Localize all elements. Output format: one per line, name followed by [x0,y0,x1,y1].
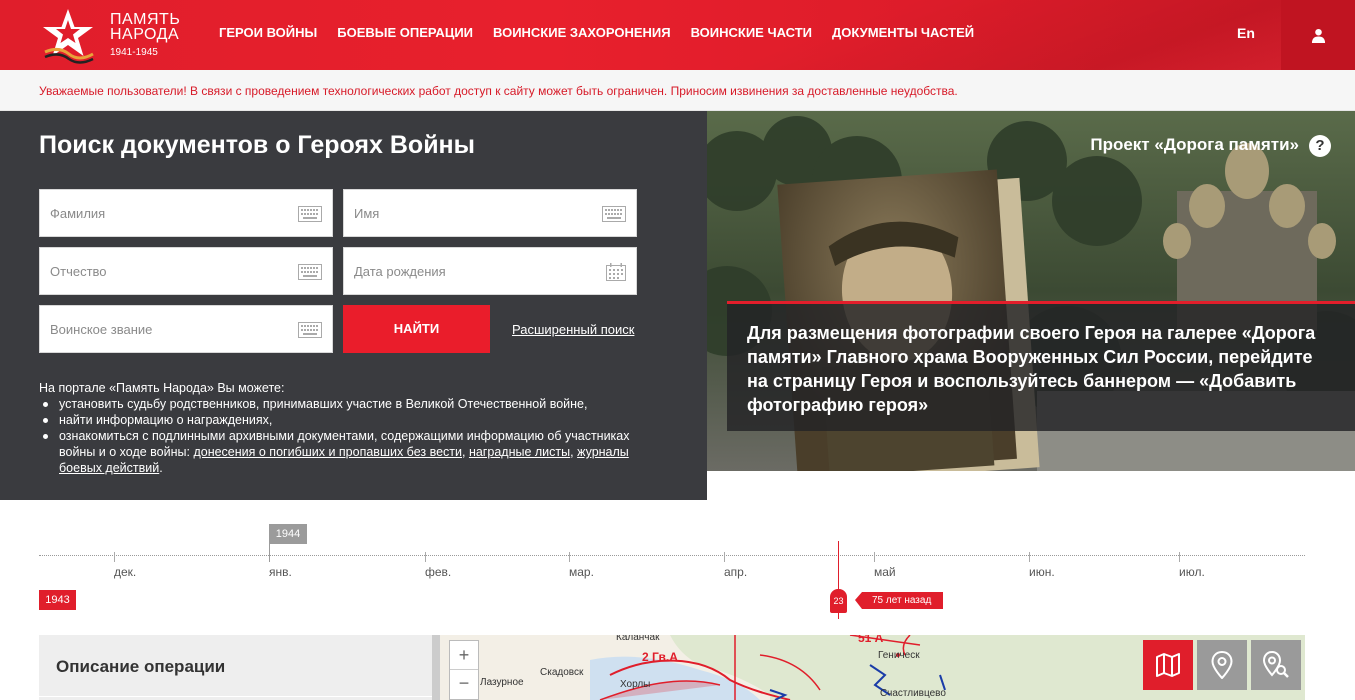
timeline-month[interactable]: фев. [425,565,451,579]
timeline-tick [1179,552,1180,562]
calendar-icon[interactable] [606,263,626,281]
timeline-month[interactable]: мар. [569,565,594,579]
info-intro: На портале «Память Народа» Вы можете: [39,381,285,395]
keyboard-icon[interactable] [298,322,322,338]
timeline-tick [1029,552,1030,562]
help-icon[interactable]: ? [1309,135,1331,157]
keyboard-icon[interactable] [298,264,322,280]
logo-title-line2: НАРОДА [110,26,180,43]
keyboard-icon[interactable] [298,206,322,222]
timeline-tick [569,552,570,562]
name-field[interactable] [343,189,637,237]
promo-title: Проект «Дорога памяти» [1090,135,1299,154]
advanced-search-link[interactable]: Расширенный поиск [512,322,634,337]
portal-info: На портале «Память Народа» Вы можете: ус… [39,380,659,476]
site-logo[interactable]: ПАМЯТЬ НАРОДА 1941-1945 [39,6,199,64]
timeline-start-year: 1943 [39,590,76,610]
search-title: Поиск документов о Героях Войны [39,131,476,159]
maintenance-alert: Уважаемые пользователи! В связи с провед… [0,70,1355,111]
info-list: установить судьбу родственников, принима… [39,396,659,476]
separator: . [159,461,163,475]
timeline-tick [724,552,725,562]
timeline-month[interactable]: май [874,565,896,579]
map-label: Лазурное [480,677,524,688]
timeline-axis [39,555,1305,556]
timeline-marker-day[interactable]: 23 [830,589,847,613]
location-search-button[interactable] [1251,640,1301,690]
star-logo-icon [43,9,94,64]
map-label: Геническ [878,650,920,661]
rank-input[interactable] [40,306,332,352]
zoom-in-button[interactable]: + [450,641,478,669]
divider [39,696,440,697]
map-icon [1156,653,1180,677]
nav-heroes[interactable]: ГЕРОИ ВОЙНЫ [219,25,317,40]
rank-field[interactable] [39,305,333,353]
list-item: найти информацию о награждениях, [43,412,659,428]
zoom-control: + − [449,640,479,700]
timeline-month[interactable]: июн. [1029,565,1055,579]
location-search-icon [1262,651,1289,678]
list-item: ознакомиться с подлинными архивными доку… [43,428,659,476]
map-unit-label: 51 А [858,635,884,645]
alert-text: Уважаемые пользователи! В связи с провед… [39,84,958,98]
map-unit-label: 2 Гв.А [642,650,678,664]
logo-years: 1941-1945 [110,47,158,58]
timeline-month[interactable]: янв. [269,565,292,579]
scrollbar[interactable] [432,635,440,700]
promo-caption-box: Для размещения фотографии своего Героя н… [727,301,1355,431]
timeline-tick [425,552,426,562]
list-item: установить судьбу родственников, принима… [43,396,659,412]
timeline-years-ago: 75 лет назад [855,592,943,609]
user-icon [1311,28,1325,43]
location-button[interactable] [1197,640,1247,690]
timeline-tick [114,552,115,562]
timeline-month[interactable]: апр. [724,565,747,579]
timeline-month[interactable]: дек. [114,565,136,579]
separator: , [462,445,469,459]
nav-operations[interactable]: БОЕВЫЕ ОПЕРАЦИИ [337,25,473,40]
link-loss-reports[interactable]: донесения о погибших и пропавших без вес… [193,445,462,459]
map-view-button[interactable] [1143,640,1193,690]
site-header: ПАМЯТЬ НАРОДА 1941-1945 ГЕРОИ ВОЙНЫ БОЕВ… [0,0,1355,70]
timeline-year-stem [269,544,270,562]
map-toolbar [1143,640,1301,690]
nav-burials[interactable]: ВОИНСКИЕ ЗАХОРОНЕНИЯ [493,25,671,40]
birthdate-field[interactable] [343,247,637,295]
road-of-memory-banner[interactable]: Проект «Дорога памяти» ? Для размещения … [707,111,1355,471]
nav-unit-documents[interactable]: ДОКУМЕНТЫ ЧАСТЕЙ [832,25,974,40]
map-label: Счастливцево [880,688,946,699]
logo-title: ПАМЯТЬ НАРОДА [110,11,181,43]
link-award-sheets[interactable]: наградные листы [469,445,570,459]
main-nav: ГЕРОИ ВОЙНЫ БОЕВЫЕ ОПЕРАЦИИ ВОИНСКИЕ ЗАХ… [219,25,974,40]
keyboard-icon[interactable] [602,206,626,222]
search-panel: Поиск документов о Героях Войны НАЙТИ Ра… [0,111,707,500]
logo-title-line1: ПАМЯТЬ [110,11,181,28]
operation-panel: Описание операции [39,635,440,700]
user-button[interactable] [1281,0,1355,70]
zoom-out-button[interactable]: − [450,669,478,697]
timeline-year-label: 1944 [269,524,307,544]
map-label: Скадовск [540,667,584,678]
birthdate-input[interactable] [344,248,636,294]
map-label: Хорлы [620,679,651,690]
patronymic-input[interactable] [40,248,332,294]
timeline[interactable]: дек. янв. фев. мар. апр. май июн. июл. 1… [0,500,1355,630]
promo-text: Для размещения фотографии своего Героя н… [747,323,1316,415]
timeline-month[interactable]: июл. [1179,565,1205,579]
surname-input[interactable] [40,190,332,236]
location-pin-icon [1211,651,1233,679]
surname-field[interactable] [39,189,333,237]
patronymic-field[interactable] [39,247,333,295]
map-label: Каланчак [616,635,660,643]
language-switch[interactable]: En [1228,25,1264,41]
name-input[interactable] [344,190,636,236]
operation-title: Описание операции [56,657,226,676]
timeline-tick [874,552,875,562]
find-button[interactable]: НАЙТИ [343,305,490,353]
nav-units[interactable]: ВОИНСКИЕ ЧАСТИ [691,25,812,40]
